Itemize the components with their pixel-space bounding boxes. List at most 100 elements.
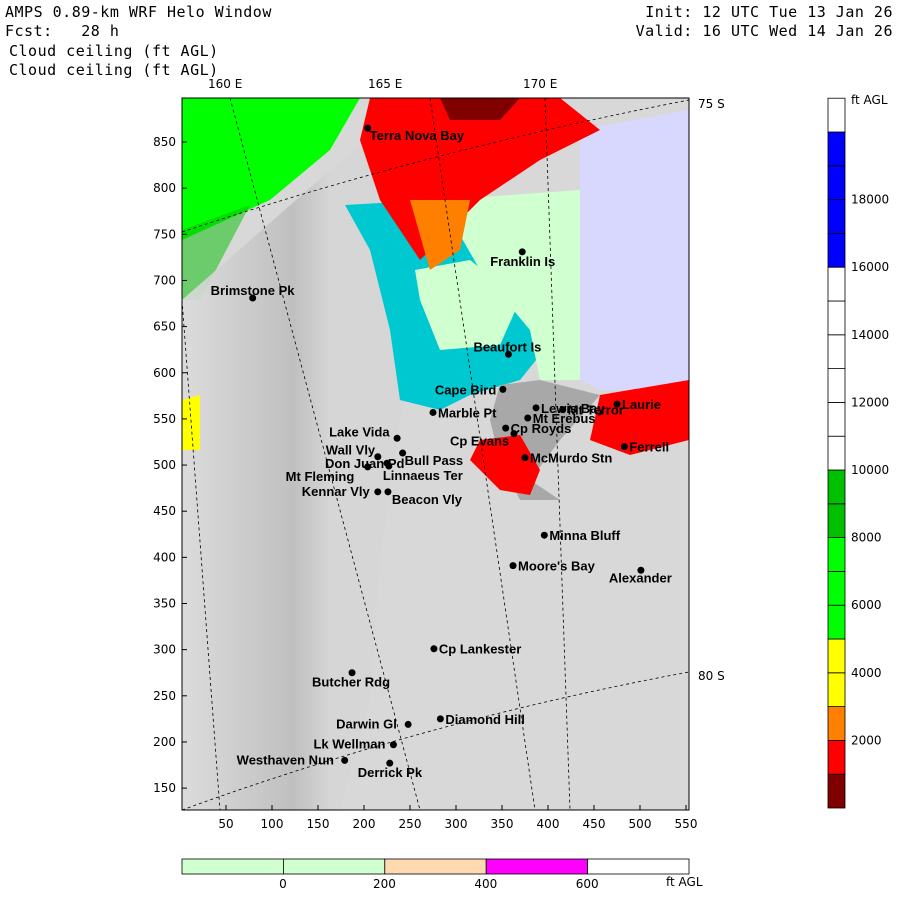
station-dot-icon bbox=[502, 424, 510, 432]
y-tick-label: 600 bbox=[153, 366, 176, 380]
colorbar-bin bbox=[827, 571, 846, 606]
y-tick-label: 350 bbox=[153, 597, 176, 611]
station-dot-icon bbox=[499, 385, 507, 393]
bottom-colorbar-label: 400 bbox=[474, 877, 497, 891]
station-dot-icon bbox=[364, 463, 372, 471]
colorbar-bin bbox=[827, 503, 846, 538]
colorbar-unit: ft AGL bbox=[851, 93, 888, 107]
y-tick-label: 150 bbox=[153, 781, 176, 795]
x-tick-label: 300 bbox=[445, 817, 468, 831]
y-tick-label: 450 bbox=[153, 504, 176, 518]
station[interactable]: Mt Erebus bbox=[524, 411, 596, 426]
x-tick-label: 200 bbox=[353, 817, 376, 831]
station-label: Terra Nova Bay bbox=[370, 128, 465, 143]
x-tick-label: 250 bbox=[399, 817, 422, 831]
y-tick-label: 200 bbox=[153, 735, 176, 749]
lon-label-165: 165 E bbox=[368, 77, 402, 91]
y-tick-label: 800 bbox=[153, 181, 176, 195]
station-dot-icon bbox=[521, 454, 529, 462]
station[interactable]: Beacon Vly bbox=[384, 488, 463, 507]
colorbar-bin bbox=[827, 604, 846, 640]
y-tick-label: 700 bbox=[153, 273, 176, 287]
station[interactable]: Cp Lankester bbox=[430, 642, 521, 657]
station-label: Ferrell bbox=[629, 440, 669, 455]
station-label: Lk Wellman bbox=[313, 737, 385, 752]
colorbar-bin bbox=[827, 131, 846, 167]
station[interactable]: Westhaven Nun bbox=[237, 752, 349, 767]
bottom-colorbar-bin bbox=[485, 858, 589, 875]
station-dot-icon bbox=[524, 414, 532, 422]
colorbar-label: 8000 bbox=[851, 531, 882, 545]
station[interactable]: Cp Evans bbox=[450, 430, 518, 449]
colorbar bbox=[827, 97, 846, 809]
bottom-colorbar-bin bbox=[587, 858, 690, 875]
forecast-map-figure: AMPS 0.89-km WRF Helo Window Fcst: 28 h … bbox=[0, 0, 900, 900]
station-label: Westhaven Nun bbox=[237, 752, 334, 767]
station-dot-icon bbox=[436, 715, 444, 723]
station-label: Mt Fleming bbox=[286, 469, 355, 484]
station-dot-icon bbox=[389, 741, 397, 749]
colorbar-label: 4000 bbox=[851, 666, 882, 680]
colorbar-bin bbox=[827, 266, 846, 302]
station[interactable]: Marble Pt bbox=[429, 405, 498, 420]
colorbar-bin bbox=[827, 672, 846, 707]
station[interactable]: Cape Bird bbox=[435, 382, 507, 397]
colorbar-label: 16000 bbox=[851, 260, 889, 274]
colorbar-label: 10000 bbox=[851, 463, 889, 477]
bottom-colorbar-unit: ft AGL bbox=[666, 875, 703, 889]
colorbar-bin bbox=[827, 334, 846, 369]
bottom-colorbar-label: 200 bbox=[373, 877, 396, 891]
station[interactable]: Lk Wellman bbox=[313, 737, 397, 752]
station-label: McMurdo Stn bbox=[530, 451, 612, 466]
bottom-colorbar-bin bbox=[384, 858, 487, 875]
station[interactable]: Moore's Bay bbox=[509, 559, 596, 574]
colorbar-bin bbox=[827, 706, 846, 741]
station[interactable]: McMurdo Stn bbox=[521, 451, 613, 466]
station-dot-icon bbox=[430, 645, 438, 653]
map-canvas: 50 100 150 200 250 300 350 400 450 500 550 150 200 2… bbox=[153, 77, 889, 891]
station-label: Minna Bluff bbox=[549, 528, 620, 543]
y-tick-label: 550 bbox=[153, 412, 176, 426]
y-tick-label: 650 bbox=[153, 320, 176, 334]
lat-label-80: 80 S bbox=[698, 669, 725, 683]
lon-label-170: 170 E bbox=[523, 77, 557, 91]
colorbar-bin bbox=[827, 537, 846, 572]
station-dot-icon bbox=[613, 400, 621, 408]
station[interactable]: Kennar Vly bbox=[302, 484, 382, 499]
station-label: Brimstone Pk bbox=[211, 283, 296, 298]
station-label: Cp Evans bbox=[450, 434, 509, 449]
y-tick-label: 850 bbox=[153, 135, 176, 149]
x-tick-label: 450 bbox=[583, 817, 606, 831]
station[interactable]: Alexander bbox=[609, 566, 672, 586]
bottom-colorbar-bin bbox=[282, 858, 386, 875]
colorbar-bin bbox=[827, 368, 846, 403]
station-label: Marble Pt bbox=[438, 405, 497, 420]
station-dot-icon bbox=[393, 434, 401, 442]
bottom-colorbar-label: 600 bbox=[576, 877, 599, 891]
station-label: Moore's Bay bbox=[518, 559, 596, 574]
station[interactable]: Minna Bluff bbox=[540, 528, 621, 543]
bottom-colorbar-bin bbox=[181, 858, 284, 875]
colorbar-bin bbox=[827, 165, 846, 201]
y-tick-label: 300 bbox=[153, 643, 176, 657]
station-label: Linnaeus Ter bbox=[383, 468, 463, 483]
station-dot-icon bbox=[509, 562, 517, 570]
x-tick-label: 100 bbox=[261, 817, 284, 831]
colorbar-label: 6000 bbox=[851, 598, 882, 612]
station-label: Alexander bbox=[609, 570, 672, 585]
station-label: Cp Lankester bbox=[439, 642, 521, 657]
station-label: Mt Erebus bbox=[533, 411, 596, 426]
lon-label-160: 160 E bbox=[208, 77, 242, 91]
station-label: Cape Bird bbox=[435, 382, 496, 397]
colorbar-bin bbox=[827, 740, 846, 775]
y-tick-label: 400 bbox=[153, 550, 176, 564]
station-label: Franklin Is bbox=[490, 254, 555, 269]
station-dot-icon bbox=[620, 443, 628, 451]
station[interactable]: Diamond Hill bbox=[436, 712, 525, 727]
x-tick-label: 150 bbox=[307, 817, 330, 831]
colorbar-label: 12000 bbox=[851, 395, 889, 409]
station[interactable]: Terra Nova Bay bbox=[364, 124, 465, 144]
station-label: Lake Vida bbox=[329, 424, 390, 439]
station-label: Kennar Vly bbox=[302, 484, 371, 499]
station[interactable]: Bull Pass bbox=[399, 449, 463, 469]
